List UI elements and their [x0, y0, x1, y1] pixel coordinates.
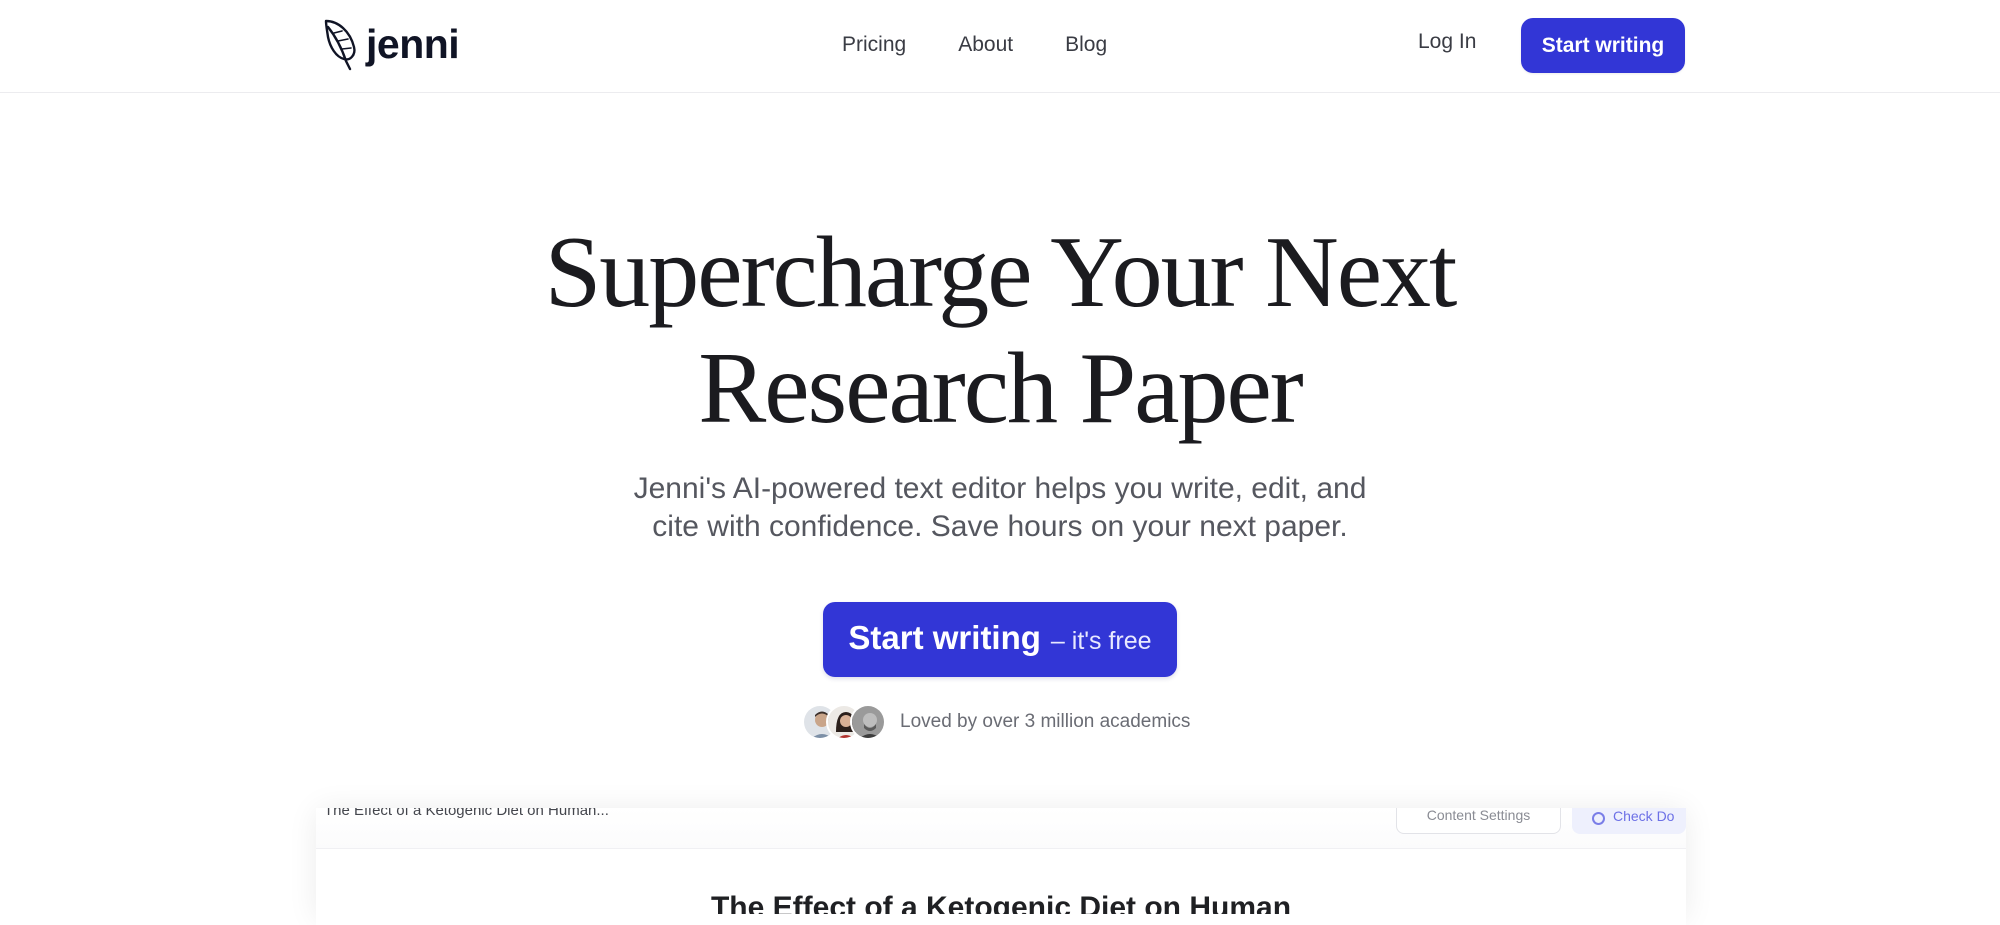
preview-settings-button[interactable]: Content Settings	[1396, 808, 1561, 834]
nav-link-pricing[interactable]: Pricing	[842, 33, 906, 57]
preview-check-label: Check Do	[1613, 808, 1675, 824]
hero-title-line-1: Supercharge Your Next	[544, 216, 1458, 329]
feather-icon	[324, 19, 356, 71]
social-proof: Loved by over 3 million academics	[802, 704, 1190, 740]
site-header: jenni Pricing About Blog Log In Start wr…	[0, 0, 2000, 93]
hero-cta-sublabel: – it's free	[1050, 627, 1152, 655]
nav-link-about[interactable]: About	[958, 33, 1013, 57]
avatar-group	[802, 704, 886, 740]
hero-cta-label: Start writing	[848, 619, 1041, 656]
preview-editor: The Effect of a Ketogenic Diet on Human	[316, 848, 1686, 914]
preview-toolbar: The Effect of a Ketogenic Diet on Human.…	[316, 808, 1686, 848]
hero-title-line-2: Research Paper	[698, 332, 1304, 445]
hero-start-writing-button[interactable]: Start writing – it's free	[823, 602, 1177, 677]
logo-wordmark: jenni	[366, 20, 460, 67]
main-nav: Pricing About Blog	[842, 0, 1159, 89]
logo[interactable]: jenni	[320, 17, 460, 71]
preview-doc-title: The Effect of a Ketogenic Diet on Human	[710, 891, 1292, 914]
hero-subtitle-line-1: Jenni's AI-powered text editor helps you…	[633, 472, 1367, 505]
login-link[interactable]: Log In	[1418, 30, 1476, 54]
preview-check-button[interactable]: Check Do	[1572, 808, 1686, 834]
hero-subtitle-line-2: cite with confidence. Save hours on your…	[652, 510, 1348, 543]
preview-settings-label: Content Settings	[1426, 808, 1531, 823]
check-circle-icon	[1592, 812, 1605, 825]
preview-doc-name: The Effect of a Ketogenic Diet on Human.…	[324, 808, 609, 819]
avatar	[850, 704, 886, 740]
hero-title: Supercharge Your Next Research Paper	[0, 215, 2000, 447]
nav-link-blog[interactable]: Blog	[1065, 33, 1107, 57]
header-start-writing-button[interactable]: Start writing	[1521, 18, 1685, 73]
social-proof-text: Loved by over 3 million academics	[900, 711, 1191, 732]
hero-subtitle: Jenni's AI-powered text editor helps you…	[0, 470, 2000, 546]
